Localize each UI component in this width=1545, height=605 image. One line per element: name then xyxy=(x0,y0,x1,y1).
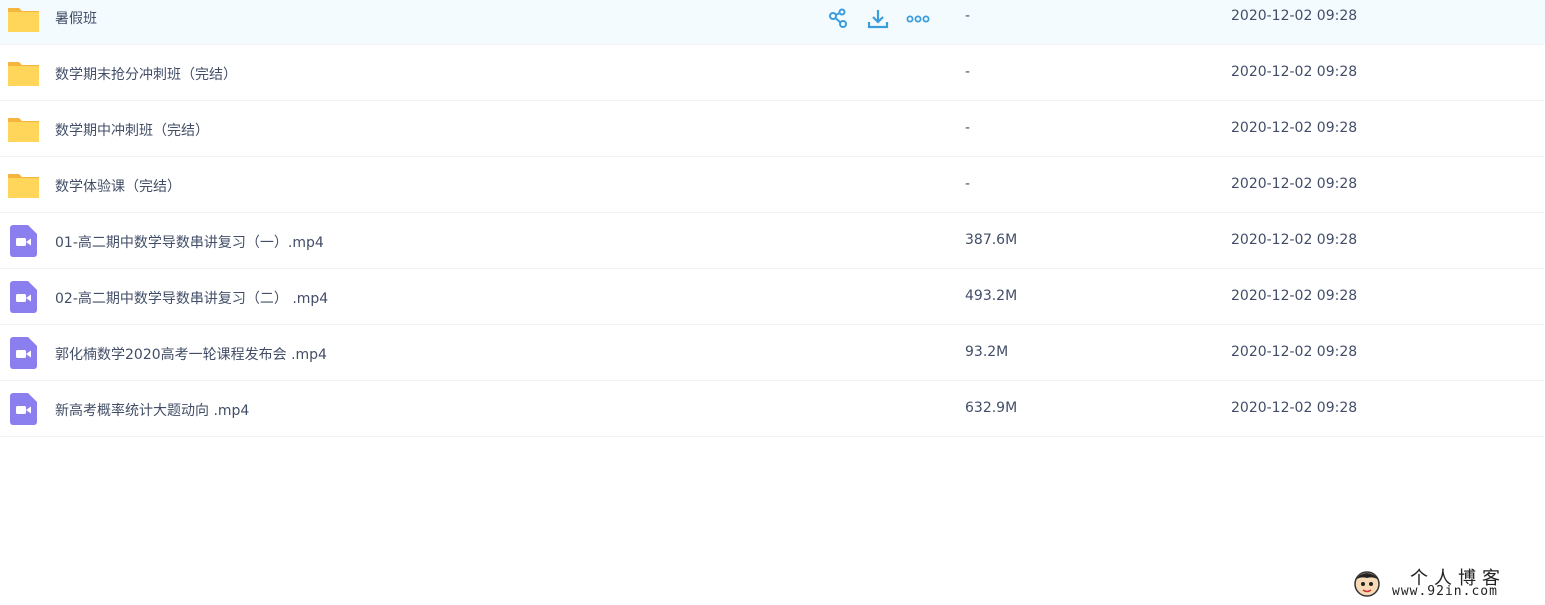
file-name[interactable]: 02-高二期中数学导数串讲复习（二） .mp4 xyxy=(55,288,328,308)
file-size: 632.9M xyxy=(965,400,1018,416)
file-date: 2020-12-02 09:28 xyxy=(1231,344,1358,360)
share-icon[interactable] xyxy=(826,7,850,31)
video-file-icon xyxy=(10,281,37,313)
file-name[interactable]: 数学期中冲刺班（完结） xyxy=(55,120,209,140)
file-size: - xyxy=(965,8,971,24)
file-name[interactable]: 暑假班 xyxy=(55,8,97,28)
file-name[interactable]: 01-高二期中数学导数串讲复习（一）.mp4 xyxy=(55,232,324,252)
file-row-video-launch[interactable]: 郭化楠数学2020高考一轮课程发布会 .mp4 93.2M 2020-12-02… xyxy=(0,325,1545,381)
file-row-trial-class[interactable]: 数学体验课（完结） - 2020-12-02 09:28 xyxy=(0,157,1545,213)
file-size: - xyxy=(965,64,971,80)
file-date: 2020-12-02 09:28 xyxy=(1231,176,1358,192)
download-icon[interactable] xyxy=(866,7,890,31)
row-actions xyxy=(826,7,946,31)
file-row-video-probability[interactable]: 新高考概率统计大题动向 .mp4 632.9M 2020-12-02 09:28 xyxy=(0,381,1545,437)
folder-icon xyxy=(7,115,40,143)
file-name[interactable]: 数学体验课（完结） xyxy=(55,176,181,196)
folder-icon xyxy=(7,59,40,87)
file-date: 2020-12-02 09:28 xyxy=(1231,232,1358,248)
mascot-logo-icon xyxy=(1352,568,1382,598)
file-row-midterm-sprint[interactable]: 数学期中冲刺班（完结） - 2020-12-02 09:28 xyxy=(0,101,1545,157)
file-name[interactable]: 新高考概率统计大题动向 .mp4 xyxy=(55,400,249,420)
video-file-icon xyxy=(10,337,37,369)
file-list: 暑假班 - 2020-12-02 09:28 数学期末抢分冲刺班（完结） - 2… xyxy=(0,0,1545,437)
file-row-final-sprint[interactable]: 数学期末抢分冲刺班（完结） - 2020-12-02 09:28 xyxy=(0,45,1545,101)
watermark: 个人博客 www.92in.com xyxy=(1352,564,1542,602)
file-size: - xyxy=(965,176,971,192)
video-file-icon xyxy=(10,393,37,425)
file-size: 493.2M xyxy=(965,288,1018,304)
file-name[interactable]: 数学期末抢分冲刺班（完结） xyxy=(55,64,237,84)
file-date: 2020-12-02 09:28 xyxy=(1231,64,1358,80)
file-name[interactable]: 郭化楠数学2020高考一轮课程发布会 .mp4 xyxy=(55,344,327,364)
file-row-video-02[interactable]: 02-高二期中数学导数串讲复习（二） .mp4 493.2M 2020-12-0… xyxy=(0,269,1545,325)
file-size: 387.6M xyxy=(965,232,1018,248)
watermark-url: www.92in.com xyxy=(1392,584,1498,599)
more-icon[interactable] xyxy=(906,7,930,31)
file-date: 2020-12-02 09:28 xyxy=(1231,120,1358,136)
file-size: 93.2M xyxy=(965,344,1009,360)
file-date: 2020-12-02 09:28 xyxy=(1231,288,1358,304)
file-row-video-01[interactable]: 01-高二期中数学导数串讲复习（一）.mp4 387.6M 2020-12-02… xyxy=(0,213,1545,269)
file-size: - xyxy=(965,120,971,136)
file-row-summer-class[interactable]: 暑假班 - 2020-12-02 09:28 xyxy=(0,0,1545,45)
folder-icon xyxy=(7,171,40,199)
folder-icon xyxy=(7,5,40,33)
video-file-icon xyxy=(10,225,37,257)
file-date: 2020-12-02 09:28 xyxy=(1231,8,1358,24)
file-date: 2020-12-02 09:28 xyxy=(1231,400,1358,416)
